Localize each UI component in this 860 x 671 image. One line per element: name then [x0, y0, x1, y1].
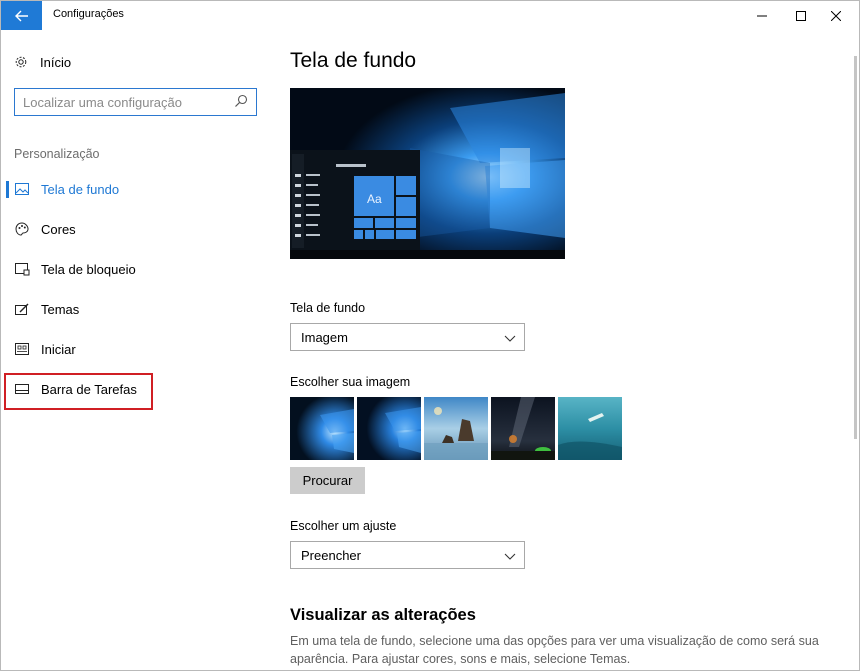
- desktop-preview: Aa: [290, 88, 565, 259]
- nav-home-label: Início: [40, 54, 72, 70]
- sidebar-item-label: Tela de bloqueio: [41, 261, 136, 277]
- image-thumbnails: [290, 397, 625, 460]
- preview-image: [290, 88, 565, 259]
- preview-changes-heading: Visualizar as alterações: [290, 606, 476, 624]
- choose-image-label: Escolher sua imagem: [290, 375, 411, 389]
- palette-icon: [15, 222, 29, 236]
- search-icon-button[interactable]: [234, 94, 250, 110]
- background-type-label: Tela de fundo: [290, 301, 366, 315]
- window-title: Configurações: [53, 8, 124, 20]
- chevron-down-icon: [504, 553, 516, 560]
- sidebar-item-tela-de-bloqueio[interactable]: Tela de bloqueio: [6, 253, 151, 285]
- sidebar: Início Personalização Tela de fundo: [1, 30, 269, 670]
- search-input[interactable]: [23, 94, 228, 110]
- preview-changes-description: Em uma tela de fundo, selecione uma das …: [290, 634, 819, 666]
- section-label: Personalização: [14, 147, 100, 161]
- close-button[interactable]: [818, 1, 854, 30]
- thumbnail-beach-rocks[interactable]: [424, 397, 488, 460]
- brush-icon: [14, 303, 28, 315]
- thumbnail-windows-hero-2[interactable]: [357, 397, 421, 460]
- sidebar-item-temas[interactable]: Temas: [6, 293, 151, 325]
- sidebar-item-label: Iniciar: [41, 341, 76, 357]
- active-indicator: [6, 181, 9, 198]
- gear-icon: [15, 56, 27, 68]
- picture-icon: [15, 183, 29, 195]
- search-icon: [235, 94, 248, 107]
- fit-dropdown[interactable]: Preencher: [290, 541, 525, 569]
- start-grid-icon: [15, 343, 29, 355]
- sidebar-item-label: Tela de fundo: [41, 181, 120, 197]
- sidebar-item-cores[interactable]: Cores: [6, 213, 151, 245]
- sidebar-item-label: Temas: [41, 301, 80, 317]
- sidebar-item-iniciar[interactable]: Iniciar: [6, 333, 151, 365]
- search-box[interactable]: [14, 88, 257, 116]
- browse-button[interactable]: Procurar: [290, 467, 365, 494]
- lock-screen-icon: [14, 262, 29, 275]
- background-type-value: Imagem: [301, 330, 348, 345]
- maximize-icon: [796, 10, 806, 21]
- background-type-dropdown[interactable]: Imagem: [290, 323, 525, 351]
- main-content: Tela de fundo Aa Tela de fundo Imagem Es…: [269, 30, 859, 670]
- maximize-button[interactable]: [783, 1, 819, 30]
- fit-value: Preencher: [301, 548, 361, 563]
- preview-tile-label: Aa: [367, 192, 382, 206]
- page-title: Tela de fundo: [290, 49, 417, 72]
- nav-home[interactable]: Início: [14, 53, 71, 71]
- chevron-down-icon: [504, 335, 516, 342]
- minimize-button[interactable]: [744, 1, 780, 30]
- close-icon: [831, 10, 841, 21]
- scrollbar[interactable]: [854, 56, 857, 439]
- highlight-annotation: [4, 373, 153, 410]
- settings-window: Configurações Início Localizar uma confi…: [0, 0, 860, 671]
- back-arrow-icon: [14, 10, 28, 21]
- thumbnail-windows-hero[interactable]: [290, 397, 354, 460]
- fit-label: Escolher um ajuste: [290, 519, 397, 533]
- sidebar-item-tela-de-fundo[interactable]: Tela de fundo: [6, 173, 151, 205]
- thumbnail-night-sky[interactable]: [491, 397, 555, 460]
- thumbnail-underwater[interactable]: [558, 397, 622, 460]
- back-button[interactable]: [1, 1, 42, 30]
- title-bar: Configurações: [1, 1, 859, 30]
- sidebar-item-label: Cores: [41, 221, 76, 237]
- minimize-icon: [757, 15, 767, 16]
